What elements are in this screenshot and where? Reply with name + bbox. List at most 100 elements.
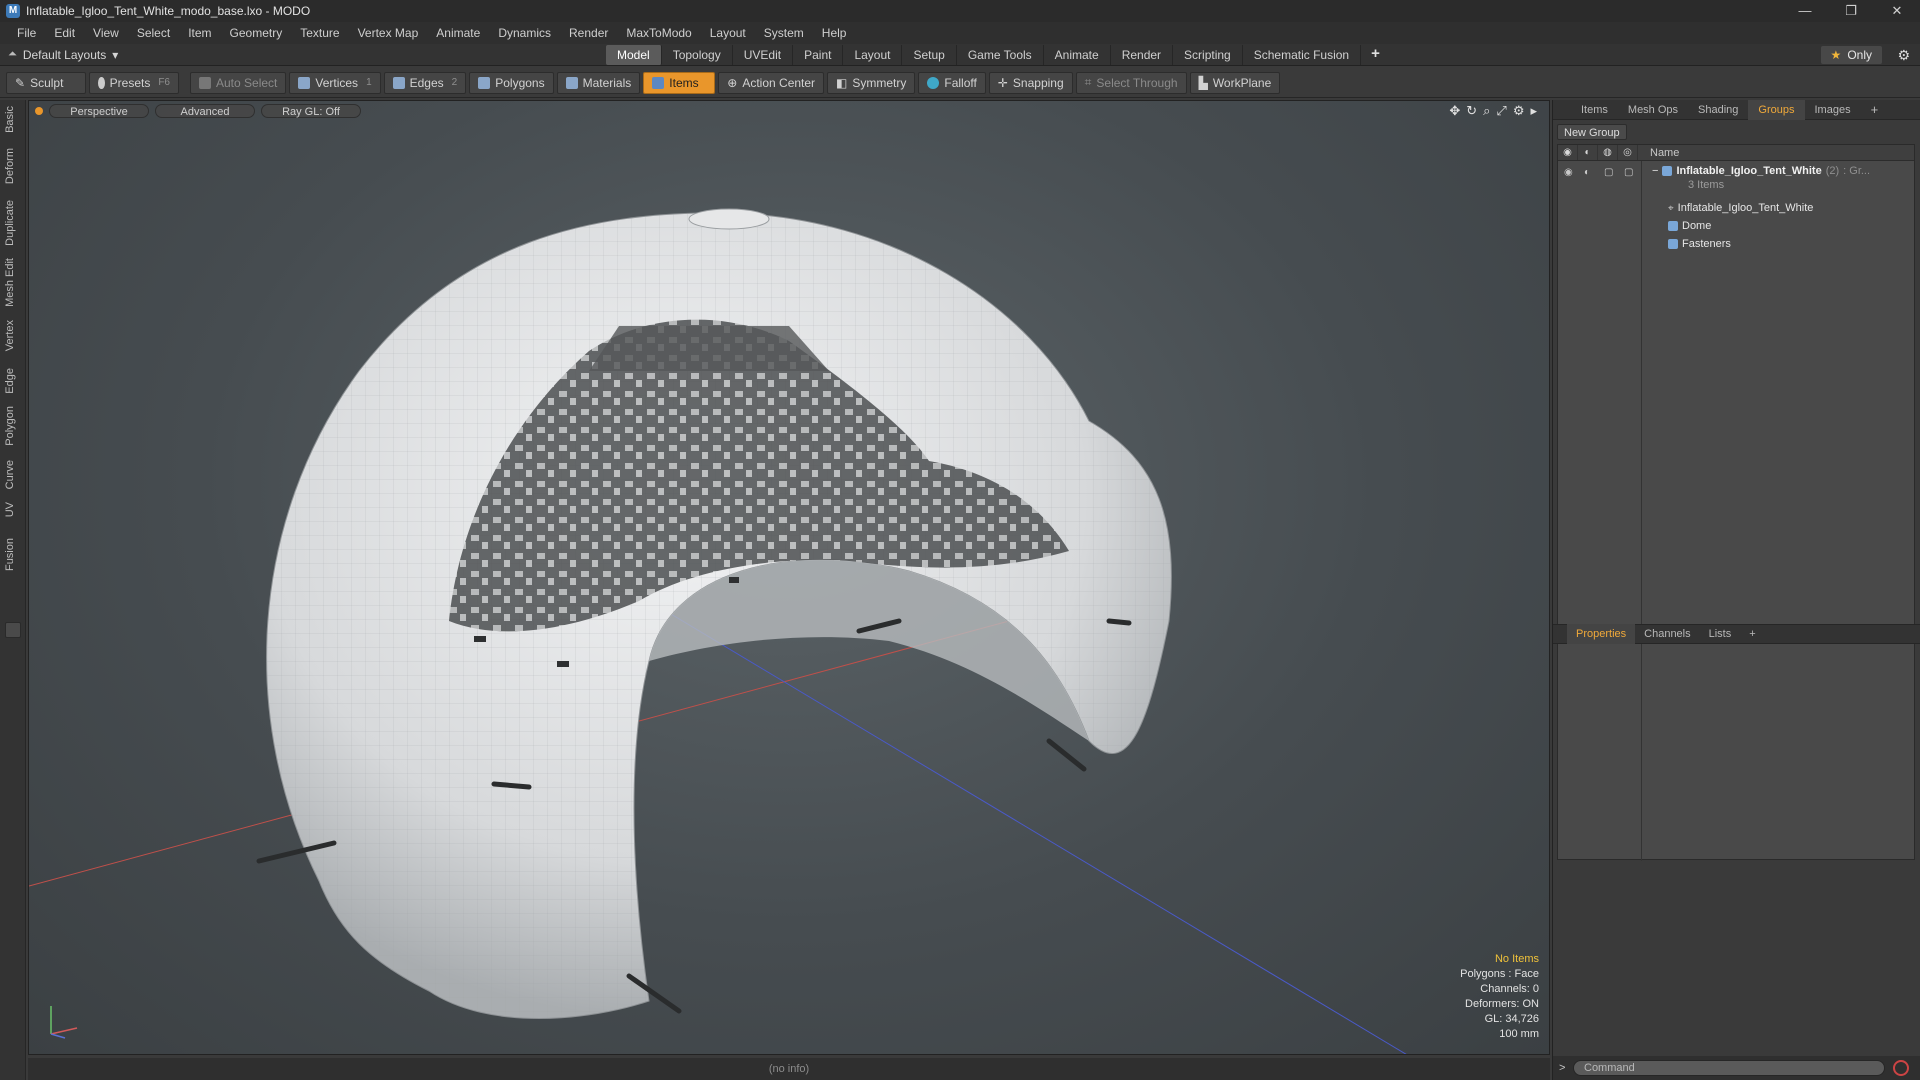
tab-paint[interactable]: Paint: [793, 45, 844, 65]
tab-shading[interactable]: Shading: [1688, 100, 1748, 120]
tab-layout[interactable]: Layout: [843, 45, 903, 65]
menu-layout[interactable]: Layout: [701, 26, 755, 40]
falloff-button[interactable]: Falloff: [918, 71, 986, 94]
vtab-deform[interactable]: Deform: [4, 148, 16, 184]
viewport-expand-icon[interactable]: ▸: [1530, 103, 1537, 119]
raygl-toggle[interactable]: Ray GL: Off: [261, 104, 361, 118]
command-history-icon[interactable]: [1893, 1060, 1909, 1076]
vtab-edge[interactable]: Edge: [4, 368, 16, 394]
rotate-view-icon[interactable]: ↻: [1466, 103, 1477, 119]
menu-animate[interactable]: Animate: [427, 26, 489, 40]
tab-channels[interactable]: Channels: [1635, 624, 1699, 644]
lock-column-icon[interactable]: ◍: [1598, 145, 1618, 160]
symmetry-button[interactable]: ◧ Symmetry: [827, 71, 916, 94]
eye-icon[interactable]: ◉: [1564, 167, 1573, 178]
layout-dropdown[interactable]: ⏶ Default Layouts ▾: [8, 48, 168, 62]
menu-dynamics[interactable]: Dynamics: [489, 26, 560, 40]
auto-select-button[interactable]: Auto Select: [190, 71, 287, 94]
select-through-button[interactable]: ⌗ Select Through: [1075, 71, 1187, 94]
sculpt-button[interactable]: ✎ Sculpt: [6, 71, 86, 94]
tab-game-tools[interactable]: Game Tools: [957, 45, 1044, 65]
shading-mode-dropdown[interactable]: Advanced: [155, 104, 255, 118]
only-button[interactable]: ★ Only: [1820, 46, 1882, 64]
snapping-button[interactable]: ✛ Snapping: [988, 71, 1073, 94]
zoom-view-icon[interactable]: ⌕: [1483, 103, 1490, 119]
list-item[interactable]: ⌖ Inflatable_Igloo_Tent_White: [1558, 201, 1914, 217]
vtab-curve[interactable]: Curve: [4, 460, 16, 489]
vtab-vertex[interactable]: Vertex: [4, 320, 16, 351]
vtab-duplicate[interactable]: Duplicate: [4, 200, 16, 246]
move-view-icon[interactable]: ✥: [1449, 103, 1460, 119]
menu-edit[interactable]: Edit: [45, 26, 84, 40]
select-column-icon[interactable]: ◎: [1618, 145, 1638, 160]
vertices-button[interactable]: Vertices 1: [289, 71, 381, 94]
menu-vertex-map[interactable]: Vertex Map: [349, 26, 428, 40]
menu-system[interactable]: System: [755, 26, 813, 40]
action-center-button[interactable]: ⊕ Action Center: [718, 71, 825, 94]
vtab-polygon[interactable]: Polygon: [4, 406, 16, 446]
tab-groups[interactable]: Groups: [1748, 99, 1805, 120]
group-row[interactable]: ◉ ◐ ▢ ▢ − Inflatable_Igloo_Tent_White (2…: [1558, 163, 1914, 191]
workplane-button[interactable]: ▙ WorkPlane: [1189, 71, 1281, 94]
tab-setup[interactable]: Setup: [902, 45, 957, 65]
list-item[interactable]: Fasteners: [1558, 237, 1914, 253]
new-group-button[interactable]: New Group: [1557, 124, 1627, 140]
tab-model[interactable]: Model: [606, 45, 662, 65]
list-item[interactable]: Dome: [1558, 219, 1914, 235]
item-name: Inflatable_Igloo_Tent_White: [1677, 202, 1814, 214]
items-button[interactable]: Items: [643, 71, 716, 94]
tab-lists[interactable]: Lists: [1700, 624, 1741, 644]
fit-view-icon[interactable]: ⤢: [1496, 103, 1506, 119]
command-input[interactable]: [1573, 1060, 1885, 1076]
render-icon[interactable]: ◐: [1584, 167, 1590, 178]
menu-item[interactable]: Item: [179, 26, 220, 40]
menu-view[interactable]: View: [84, 26, 128, 40]
menu-maxtomodo[interactable]: MaxToModo: [617, 26, 700, 40]
group-suffix: : Gr...: [1843, 165, 1871, 177]
menu-help[interactable]: Help: [813, 26, 856, 40]
vtab-basic[interactable]: Basic: [4, 106, 16, 133]
strip-toggle-button[interactable]: [5, 622, 21, 638]
menu-select[interactable]: Select: [128, 26, 179, 40]
vtab-mesh-edit[interactable]: Mesh Edit: [4, 258, 16, 307]
tab-animate[interactable]: Animate: [1044, 45, 1111, 65]
gear-icon[interactable]: ⚙: [1897, 46, 1910, 64]
lock-icon[interactable]: ▢: [1604, 167, 1613, 178]
visibility-column-icon[interactable]: ◉: [1558, 145, 1578, 160]
tab-render[interactable]: Render: [1111, 45, 1174, 65]
3d-viewport[interactable]: Perspective Advanced Ray GL: Off ✥ ↻ ⌕ ⤢…: [28, 100, 1550, 1055]
polygons-icon: [478, 76, 491, 89]
viewport-settings-icon[interactable]: ⚙: [1513, 103, 1525, 119]
menu-geometry[interactable]: Geometry: [221, 26, 292, 40]
tab-uvedit[interactable]: UVEdit: [733, 45, 794, 65]
materials-button[interactable]: Materials: [556, 71, 641, 94]
tab-images[interactable]: Images: [1805, 100, 1861, 120]
add-props-tab-button[interactable]: +: [1740, 624, 1764, 644]
viewport-menu-dot[interactable]: [35, 107, 43, 115]
render-column-icon[interactable]: ◐: [1578, 145, 1598, 160]
polygons-button[interactable]: Polygons: [469, 71, 554, 94]
collapse-arrow-icon[interactable]: ⏶: [8, 48, 17, 61]
add-tab-button[interactable]: +: [1361, 44, 1390, 66]
tab-scripting[interactable]: Scripting: [1173, 45, 1243, 65]
tab-schematic-fusion[interactable]: Schematic Fusion: [1243, 45, 1362, 65]
tab-topology[interactable]: Topology: [662, 45, 733, 65]
menu-render[interactable]: Render: [560, 26, 617, 40]
vtab-uv[interactable]: UV: [4, 502, 16, 517]
menu-texture[interactable]: Texture: [291, 26, 348, 40]
tab-items[interactable]: Items: [1571, 100, 1618, 120]
name-column-header[interactable]: Name: [1638, 147, 1679, 159]
menu-file[interactable]: File: [8, 26, 45, 40]
tab-properties[interactable]: Properties: [1567, 624, 1636, 644]
tab-mesh-ops[interactable]: Mesh Ops: [1618, 100, 1688, 120]
presets-button[interactable]: Presets F6: [89, 71, 179, 94]
edges-button[interactable]: Edges 2: [383, 71, 467, 94]
select-icon[interactable]: ▢: [1624, 167, 1633, 178]
close-button[interactable]: ✕: [1874, 0, 1920, 22]
group-collapse-icon[interactable]: −: [1652, 165, 1658, 177]
view-mode-dropdown[interactable]: Perspective: [49, 104, 149, 118]
minimize-button[interactable]: —: [1782, 0, 1828, 22]
maximize-button[interactable]: ❐: [1828, 0, 1874, 22]
vtab-fusion[interactable]: Fusion: [4, 538, 16, 571]
add-panel-tab-button[interactable]: +: [1861, 100, 1889, 120]
